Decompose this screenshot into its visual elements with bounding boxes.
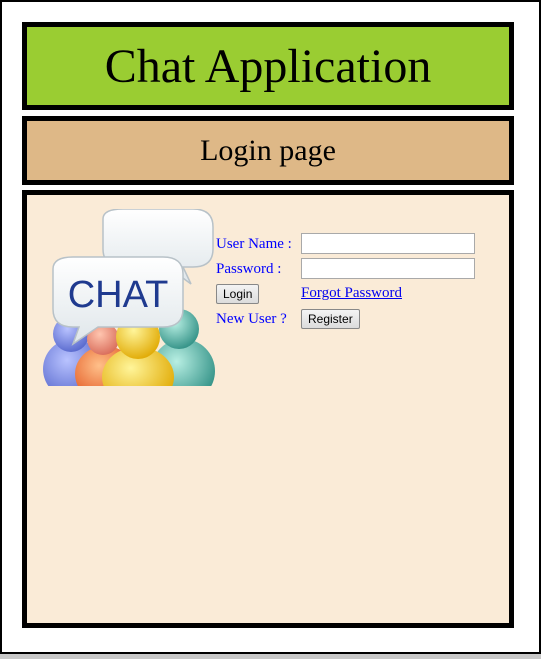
app-header: Chat Application: [22, 22, 514, 110]
login-button[interactable]: Login: [216, 284, 260, 304]
chat-logo-image: CHAT: [43, 209, 215, 386]
page-subheader: Login page: [22, 116, 514, 185]
page-title: Login page: [200, 133, 336, 167]
username-field[interactable]: [301, 233, 475, 254]
password-label: Password :: [216, 261, 282, 277]
forgot-password-link[interactable]: Forgot Password: [301, 285, 402, 302]
window-bottom-edge: [0, 654, 541, 659]
page: Chat Application Login page CHAT User Na…: [0, 0, 541, 659]
app-title: Chat Application: [104, 39, 432, 93]
password-field[interactable]: [301, 258, 475, 279]
new-user-label: New User ?: [216, 311, 287, 327]
register-button[interactable]: Register: [301, 309, 360, 329]
login-panel: CHAT User Name : Password : Login Forgot…: [22, 190, 514, 628]
username-label: User Name :: [216, 236, 292, 252]
chat-logo-text: CHAT: [68, 274, 169, 316]
chat-people-icon: CHAT: [43, 209, 215, 386]
